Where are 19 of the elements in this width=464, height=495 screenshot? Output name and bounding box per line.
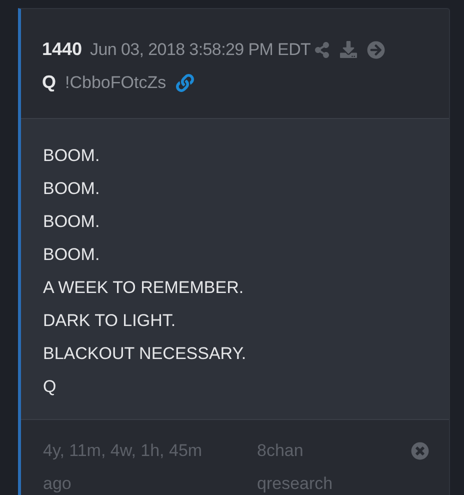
tripcode: !CbboFOtcZs	[65, 72, 166, 94]
post-text-line: Q	[43, 376, 58, 398]
post-text-line: BOOM.	[43, 178, 101, 200]
post-number: 1440	[42, 38, 82, 61]
close-icon[interactable]	[411, 442, 429, 460]
post-text-line: BLACKOUT NECESSARY.	[43, 343, 248, 365]
post-age: 4y, 11m, 4w, 1h, 45m ago	[43, 440, 204, 495]
arrow-right-icon[interactable]	[366, 40, 385, 58]
link-icon[interactable]	[176, 74, 194, 92]
post-timestamp: Jun 03, 2018 3:58:29 PM EDT	[90, 38, 311, 61]
post-text-line: A WEEK TO REMEMBER.	[43, 277, 245, 299]
post-source: 8chan qresearch	[257, 440, 334, 495]
post-text-line: BOOM.	[43, 244, 101, 266]
download-icon[interactable]	[340, 41, 357, 58]
post-text-line: BOOM.	[43, 211, 101, 233]
post-text-line: DARK TO LIGHT.	[43, 310, 177, 332]
post-text-line: BOOM.	[43, 145, 101, 167]
share-icon[interactable]	[314, 42, 330, 58]
author-name: Q	[42, 71, 56, 94]
